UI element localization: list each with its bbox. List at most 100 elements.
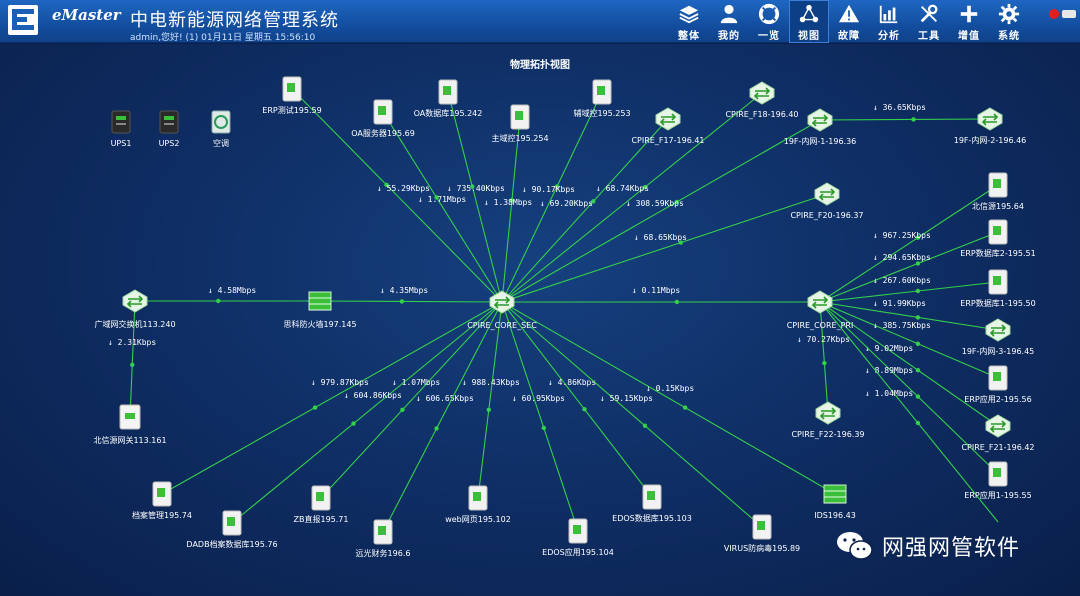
link-rate-label: ↓ 4.58Mbps bbox=[208, 286, 256, 295]
link-line[interactable] bbox=[129, 300, 136, 418]
device-node[interactable]: OA服务器195.69 bbox=[351, 99, 415, 138]
device-node[interactable]: UPS1 bbox=[111, 110, 132, 148]
gear-icon bbox=[998, 3, 1020, 25]
nav-overall-button[interactable]: 整体 bbox=[669, 0, 709, 43]
device-node[interactable]: CPIRE_CORE_SEC bbox=[467, 290, 537, 330]
device-label: ERP应用2-195.56 bbox=[964, 394, 1031, 404]
lifebuoy-icon bbox=[758, 3, 780, 25]
link-rate-label: ↓ 967.25Kbps bbox=[873, 231, 931, 240]
device-node[interactable]: CPIRE_F22-196.39 bbox=[791, 401, 865, 439]
link-dot bbox=[351, 421, 356, 426]
link-line[interactable] bbox=[382, 111, 503, 303]
server-icon bbox=[592, 79, 612, 105]
link-line[interactable] bbox=[501, 116, 521, 303]
link-line[interactable] bbox=[291, 88, 503, 303]
device-node[interactable]: ERP应用2-195.56 bbox=[964, 365, 1032, 404]
nav-tools-button[interactable]: 工具 bbox=[909, 0, 949, 43]
switch-icon bbox=[985, 318, 1011, 342]
nav-fault-button[interactable]: 故障 bbox=[829, 0, 869, 43]
nav-mine-button[interactable]: 我的 bbox=[709, 0, 749, 43]
device-label: 主域控195.254 bbox=[491, 133, 548, 143]
plus-icon bbox=[960, 5, 978, 23]
link-line[interactable] bbox=[477, 301, 503, 499]
switch-icon bbox=[655, 107, 681, 131]
layers-icon bbox=[679, 5, 699, 24]
link-line[interactable] bbox=[319, 300, 503, 303]
device-node[interactable]: CPIRE_F18-196.40 bbox=[725, 81, 799, 119]
link-dot bbox=[822, 360, 827, 366]
topology-icon bbox=[799, 4, 819, 23]
alarm-indicator[interactable] bbox=[1046, 6, 1080, 22]
nav-addon-button[interactable]: 增值 bbox=[949, 0, 989, 43]
device-label: CPIRE_CORE_PRI bbox=[787, 321, 854, 330]
link-dot bbox=[915, 368, 921, 373]
link-rate-label: ↓ 0.11Mbps bbox=[632, 286, 680, 295]
link-line[interactable] bbox=[501, 301, 579, 532]
nav-overview-button[interactable]: 一览 bbox=[749, 0, 789, 43]
device-node[interactable]: IDS196.43 bbox=[814, 484, 856, 520]
server-icon bbox=[373, 99, 393, 125]
device-node[interactable]: 广域网交换机113.240 bbox=[94, 289, 176, 329]
link-rate-label: ↓ 0.15Kbps bbox=[646, 384, 694, 393]
device-node[interactable]: ERP应用1-195.55 bbox=[964, 461, 1032, 500]
link-dot bbox=[434, 426, 439, 431]
nav-view-button[interactable]: 视图 bbox=[789, 0, 829, 43]
device-node[interactable]: CPIRE_CORE_PRI bbox=[787, 290, 854, 330]
nav-view-label: 视图 bbox=[798, 31, 820, 42]
device-node[interactable]: 主域控195.254 bbox=[491, 104, 549, 143]
device-node[interactable]: 北信源195.64 bbox=[972, 172, 1024, 211]
device-node[interactable]: CPIRE_F17-196.41 bbox=[631, 107, 705, 145]
device-node[interactable]: 空调 bbox=[211, 110, 231, 148]
nav-analysis-button[interactable]: 分析 bbox=[869, 0, 909, 43]
link-rate-label: ↓ 606.65Kbps bbox=[416, 394, 474, 403]
device-node[interactable]: UPS2 bbox=[159, 110, 180, 148]
device-node[interactable]: 远光财务196.6 bbox=[356, 519, 411, 558]
link-rate-label: ↓ 979.87Kbps bbox=[311, 378, 369, 387]
device-node[interactable]: 档案管理195.74 bbox=[132, 481, 192, 520]
device-node[interactable]: 19F-内网-3-196.45 bbox=[962, 318, 1035, 356]
link-line[interactable] bbox=[320, 301, 503, 499]
device-node[interactable]: 19F-内网-2-196.46 bbox=[954, 107, 1027, 145]
link-line[interactable] bbox=[819, 301, 829, 414]
nodes-layer: CPIRE_CORE_SEC CPIRE_CORE_PRI UPS1 UPS2 空调 ER… bbox=[93, 76, 1036, 558]
link-rate-label: ↓ 9.02Mbps bbox=[865, 344, 913, 353]
link-dot bbox=[312, 405, 318, 410]
user-info: admin,您好! (1) 01月11日 星期五 15:56:10 bbox=[130, 33, 316, 43]
device-node[interactable]: ERP测试195.59 bbox=[262, 76, 322, 115]
switch-icon bbox=[977, 107, 1003, 131]
topology-canvas[interactable]: ↓ 55.29Kbps ↓ 1.71Mbps ↓ 735.40Kbps ↓ 1.38M… bbox=[0, 44, 1080, 596]
switch-icon bbox=[985, 414, 1011, 438]
device-node[interactable]: OA数据库195.242 bbox=[414, 79, 483, 118]
device-node[interactable]: ERP数据库1-195.50 bbox=[960, 269, 1036, 308]
device-node[interactable]: 北信源网关113.161 bbox=[93, 404, 167, 445]
device-node[interactable]: EDOS应用195.104 bbox=[542, 518, 614, 557]
device-node[interactable]: DADB档案数据库195.76 bbox=[186, 510, 278, 549]
device-node[interactable]: ERP数据库2-195.51 bbox=[960, 219, 1036, 258]
nav-addon-label: 增值 bbox=[958, 31, 980, 42]
device-label: 辅域控195.253 bbox=[573, 108, 630, 118]
nav-system-button[interactable]: 系统 bbox=[989, 0, 1029, 43]
link-line[interactable] bbox=[231, 301, 503, 524]
device-node[interactable]: ZB直报195.71 bbox=[294, 485, 349, 524]
link-dot bbox=[915, 420, 921, 426]
device-node[interactable]: EDOS数据库195.103 bbox=[612, 484, 692, 523]
server-icon bbox=[752, 514, 772, 540]
link-line[interactable] bbox=[501, 92, 763, 303]
link-line[interactable] bbox=[501, 119, 821, 303]
link-line[interactable] bbox=[501, 301, 763, 528]
ac-icon bbox=[211, 110, 231, 134]
server-icon bbox=[311, 485, 331, 511]
device-node[interactable]: CPIRE_F20-196.37 bbox=[790, 182, 864, 220]
device-node[interactable]: 思科防火墙197.145 bbox=[283, 291, 357, 329]
switch-icon bbox=[749, 81, 775, 105]
device-node[interactable]: web网页195.102 bbox=[445, 485, 511, 524]
link-line[interactable] bbox=[819, 118, 991, 121]
links-layer: ↓ 55.29Kbps ↓ 1.71Mbps ↓ 735.40Kbps ↓ 1.38M… bbox=[108, 88, 999, 533]
title-bar: eMaster 中电新能源网络管理系统 admin,您好! (1) 01月11日… bbox=[0, 0, 1080, 43]
device-node[interactable]: 辅域控195.253 bbox=[573, 79, 631, 118]
device-label: ERP测试195.59 bbox=[262, 105, 321, 115]
device-label: EDOS数据库195.103 bbox=[612, 513, 692, 523]
link-rate-label: ↓ 91.99Kbps bbox=[873, 299, 926, 308]
device-node[interactable]: VIRUS防病毒195.89 bbox=[724, 514, 800, 553]
device-node[interactable]: CPIRE_F21-196.42 bbox=[961, 414, 1035, 452]
